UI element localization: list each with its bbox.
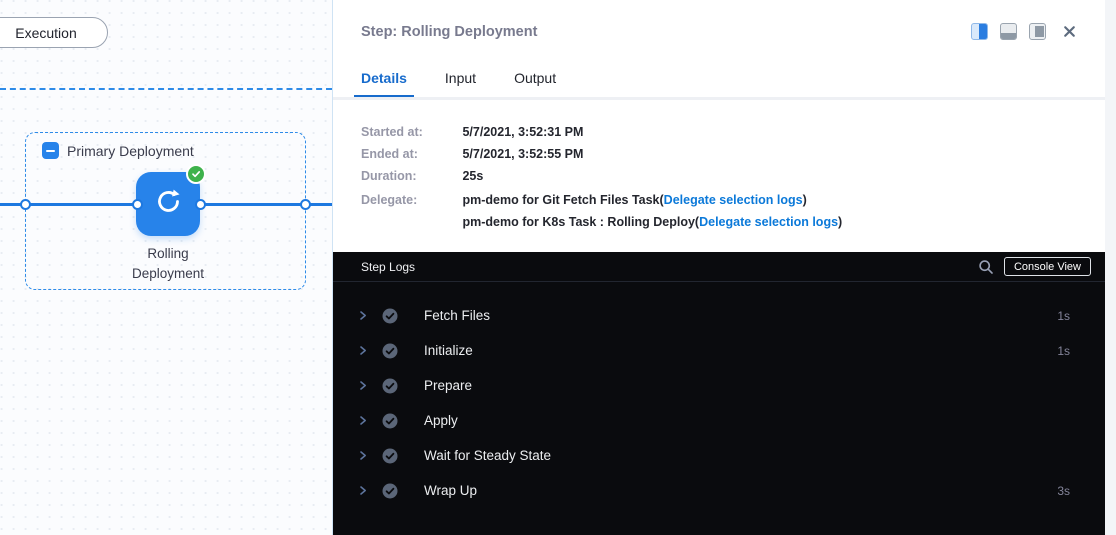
log-row-label: Prepare — [424, 378, 472, 393]
log-row-wait-for-steady-state[interactable]: Wait for Steady State — [333, 438, 1105, 473]
log-row-label: Apply — [424, 413, 458, 428]
log-row-initialize[interactable]: Initialize 1s — [333, 333, 1105, 368]
port-node-right — [195, 199, 206, 210]
chevron-right-icon[interactable] — [358, 310, 368, 321]
tab-details[interactable]: Details — [354, 70, 414, 98]
tab-input[interactable]: Input — [438, 70, 483, 98]
step-logs-title: Step Logs — [361, 260, 415, 274]
delegate-label: Delegate: — [361, 193, 459, 207]
tab-output[interactable]: Output — [507, 70, 563, 98]
detail-row-ended: Ended at: 5/7/2021, 3:52:55 PM — [361, 147, 583, 161]
panel-title: Step: Rolling Deployment — [361, 24, 537, 40]
minus-icon — [46, 150, 55, 152]
split-view-bottom-icon[interactable] — [1000, 23, 1017, 40]
step-logs-header: Step Logs Console View — [333, 252, 1105, 282]
log-rows: Fetch Files 1s Initialize 1s — [333, 298, 1105, 508]
close-icon[interactable] — [1062, 24, 1077, 39]
collapse-group-icon[interactable] — [42, 142, 59, 159]
delegate-value-2: pm-demo for K8s Task : Rolling Deploy( — [462, 215, 699, 229]
success-check-icon — [382, 378, 398, 394]
log-row-duration: 3s — [1057, 484, 1070, 498]
group-header: Primary Deployment — [42, 142, 194, 159]
detail-row-started: Started at: 5/7/2021, 3:52:31 PM — [361, 125, 583, 139]
execution-tab[interactable]: Execution — [0, 17, 108, 48]
chevron-right-icon[interactable] — [358, 415, 368, 426]
layout-controls — [971, 23, 1077, 40]
detail-row-delegate-2: pm-demo for K8s Task : Rolling Deploy(De… — [361, 215, 842, 229]
detail-row-delegate-1: Delegate: pm-demo for Git Fetch Files Ta… — [361, 193, 807, 207]
log-row-fetch-files[interactable]: Fetch Files 1s — [333, 298, 1105, 333]
execution-tab-label: Execution — [15, 25, 76, 41]
chevron-right-icon[interactable] — [358, 450, 368, 461]
duration-label: Duration: — [361, 169, 459, 183]
refresh-icon — [155, 188, 182, 220]
success-badge-icon — [186, 164, 206, 184]
search-icon[interactable] — [978, 259, 994, 275]
log-row-prepare[interactable]: Prepare — [333, 368, 1105, 403]
tabs-divider — [333, 97, 1106, 100]
log-row-duration: 1s — [1057, 309, 1070, 323]
ended-at-label: Ended at: — [361, 147, 459, 161]
split-view-panel-icon[interactable] — [1029, 23, 1046, 40]
log-row-duration: 1s — [1057, 344, 1070, 358]
group-label: Primary Deployment — [67, 143, 194, 159]
log-row-label: Wait for Steady State — [424, 448, 551, 463]
node-label: Rolling Deployment — [108, 244, 228, 284]
delegate-value-1: pm-demo for Git Fetch Files Task( — [462, 193, 663, 207]
chevron-right-icon[interactable] — [358, 485, 368, 496]
success-check-icon — [382, 343, 398, 359]
success-check-icon — [382, 413, 398, 429]
step-logs-panel: Step Logs Console View Fetch Files 1s — [333, 252, 1105, 535]
pipeline-canvas[interactable]: Execution Primary Deployment — [0, 0, 332, 535]
started-at-label: Started at: — [361, 125, 459, 139]
duration-value: 25s — [462, 169, 483, 183]
success-check-icon — [382, 308, 398, 324]
detail-tabs: Details Input Output — [354, 70, 587, 98]
delegate-selection-logs-link-1[interactable]: Delegate selection logs — [664, 193, 803, 207]
success-check-icon — [382, 483, 398, 499]
log-row-label: Initialize — [424, 343, 473, 358]
detail-row-duration: Duration: 25s — [361, 169, 483, 183]
stage-boundary-dashed-line — [0, 88, 332, 90]
split-view-right-icon[interactable] — [971, 23, 988, 40]
port-node-left — [132, 199, 143, 210]
log-row-label: Fetch Files — [424, 308, 490, 323]
chevron-right-icon[interactable] — [358, 380, 368, 391]
started-at-value: 5/7/2021, 3:52:31 PM — [462, 125, 583, 139]
scrollbar-gutter[interactable] — [1105, 0, 1116, 535]
pipeline-execution-screen: Execution Primary Deployment — [0, 0, 1116, 535]
delegate-selection-logs-link-2[interactable]: Delegate selection logs — [699, 215, 838, 229]
port-group-left — [20, 199, 31, 210]
ended-at-value: 5/7/2021, 3:52:55 PM — [462, 147, 583, 161]
log-row-wrap-up[interactable]: Wrap Up 3s — [333, 473, 1105, 508]
chevron-right-icon[interactable] — [358, 345, 368, 356]
log-row-apply[interactable]: Apply — [333, 403, 1105, 438]
port-group-right — [300, 199, 311, 210]
log-row-label: Wrap Up — [424, 483, 477, 498]
console-view-button[interactable]: Console View — [1004, 257, 1091, 276]
success-check-icon — [382, 448, 398, 464]
